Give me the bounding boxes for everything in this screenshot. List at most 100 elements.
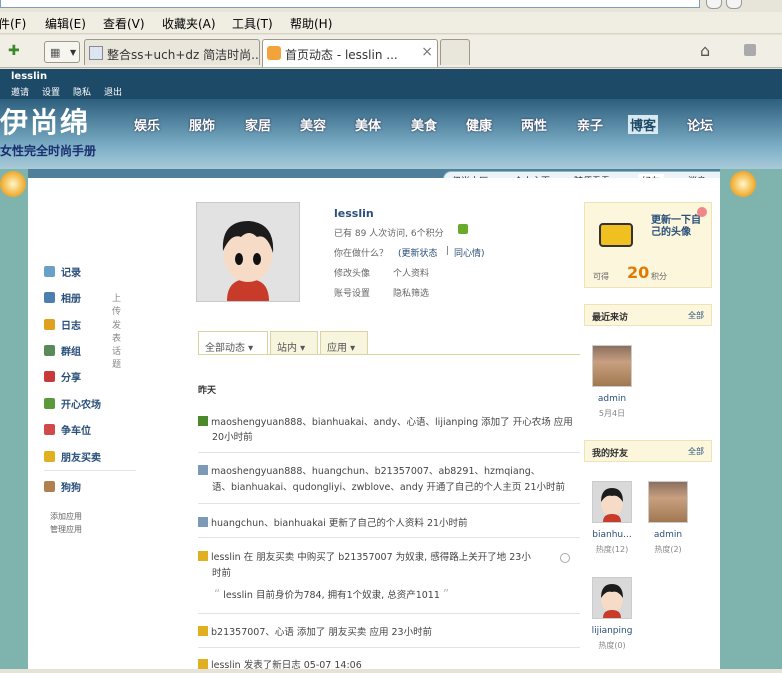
quick-tabs-button[interactable]: ▦ ▼: [44, 41, 80, 63]
username[interactable]: lesslin: [11, 71, 47, 82]
cat-forum[interactable]: 论坛: [687, 115, 713, 134]
privacy-filter-link[interactable]: 隐私筛选: [393, 286, 429, 299]
publish-link[interactable]: 发表: [112, 318, 121, 344]
cat-ent[interactable]: 娱乐: [134, 115, 160, 134]
friend-avatar-2[interactable]: [648, 481, 688, 523]
tab-bar: ✚ ▦ ▼ 整合ss+uch+dz 简洁时尚... 首页动态 - lesslin…: [0, 35, 782, 68]
nav-parking[interactable]: 争车位: [44, 422, 91, 437]
feeds-icon[interactable]: [744, 44, 756, 56]
cat-food[interactable]: 美食: [411, 115, 437, 134]
same-mood-link[interactable]: 同心情): [454, 246, 485, 259]
home-icon[interactable]: ⌂: [700, 41, 710, 60]
points-unit: 积分: [651, 272, 667, 281]
add-app-link[interactable]: 添加应用: [50, 511, 82, 522]
nav-share[interactable]: 分享: [44, 369, 81, 384]
flower-decoration-2: [730, 171, 756, 197]
nav-record[interactable]: 记录: [44, 264, 81, 279]
cat-blog[interactable]: 博客: [628, 115, 659, 134]
page-icon: [89, 46, 103, 60]
tab-2-title: 首页动态 - lesslin ...: [285, 48, 398, 62]
menu-favorites[interactable]: 收藏夹(A): [162, 15, 216, 32]
home-favicon: [267, 46, 281, 60]
tab-1[interactable]: 整合ss+uch+dz 简洁时尚...: [84, 39, 260, 65]
user-avatar[interactable]: [196, 202, 300, 302]
nav-album[interactable]: 相册 上传: [44, 290, 121, 317]
new-tab-button[interactable]: [440, 39, 470, 65]
feed-quote: “ lesslin 目前身价为784, 拥有1个奴隶, 总资产1011 ”: [214, 587, 450, 601]
cat-home[interactable]: 家居: [245, 115, 271, 134]
settings-link[interactable]: 设置: [42, 85, 60, 98]
close-icon[interactable]: [697, 207, 707, 217]
site-logo[interactable]: 伊尚绵: [0, 101, 90, 141]
dropdown-button-2[interactable]: [726, 0, 742, 9]
update-avatar-text: 更新一下自己的头像: [651, 215, 701, 238]
friend-name-2[interactable]: admin: [642, 530, 694, 540]
feed-item-6: lesslin 发表了新日志 05-07 14:06: [198, 658, 580, 673]
visitor-avatar[interactable]: [592, 345, 632, 387]
coin-icon-2: [198, 551, 208, 561]
nav-farm[interactable]: 开心农场: [44, 396, 101, 411]
dropdown-button[interactable]: [706, 0, 722, 9]
add-favorite-icon[interactable]: ✚: [8, 43, 20, 59]
nav-dog[interactable]: 狗狗: [44, 479, 81, 494]
friends-more[interactable]: 全部: [688, 446, 704, 457]
friend-avatar[interactable]: [592, 481, 632, 523]
site-slogan: 女性完全时尚手册: [0, 144, 97, 158]
feed-item: maoshengyuan888、bianhuakai、andy、心语、lijia…: [198, 415, 580, 430]
coin-icon-4: [198, 659, 208, 669]
album-icon: [44, 292, 55, 303]
feed-item-5: b21357007、心语 添加了 朋友买卖 应用 23小时前: [198, 625, 580, 640]
change-avatar-link[interactable]: 修改头像: [334, 266, 370, 279]
coin-icon-3: [198, 626, 208, 636]
recent-visitors-more[interactable]: 全部: [688, 310, 704, 321]
blog-icon: [44, 319, 55, 330]
privacy-link[interactable]: 隐私: [73, 85, 91, 98]
menu-view[interactable]: 查看(V): [103, 15, 145, 32]
menu-help[interactable]: 帮助(H): [290, 15, 332, 32]
nav-group[interactable]: 群组 话题: [44, 343, 121, 370]
menu-file[interactable]: 件(F): [0, 15, 26, 32]
farm-icon: [198, 416, 208, 426]
menu-edit[interactable]: 编辑(E): [45, 15, 86, 32]
invite-link[interactable]: 邀请: [11, 85, 29, 98]
profile-icon-2: [198, 517, 208, 527]
friend-name-3[interactable]: lijianping: [584, 626, 640, 636]
feed-day: 昨天: [198, 386, 217, 396]
feed-item-4: lesslin 在 朋友买卖 中购买了 b21357007 为奴隶, 感得路上关…: [198, 550, 548, 565]
cat-body[interactable]: 美体: [355, 115, 381, 134]
tab-all-feed[interactable]: 全部动态 ▾: [198, 331, 268, 355]
profile-info-link[interactable]: 个人资料: [393, 266, 429, 279]
logout-link[interactable]: 退出: [104, 85, 122, 98]
reply-icon[interactable]: [560, 553, 570, 563]
upload-link[interactable]: 上传: [112, 291, 121, 317]
visitor-name[interactable]: admin: [586, 394, 638, 404]
profile-name[interactable]: lesslin: [334, 207, 374, 220]
cat-health[interactable]: 健康: [466, 115, 492, 134]
friend-name[interactable]: bianhu...: [584, 530, 640, 540]
topic-link[interactable]: 话题: [112, 344, 121, 370]
account-settings-link[interactable]: 账号设置: [334, 286, 370, 299]
cat-parent[interactable]: 亲子: [577, 115, 603, 134]
address-field[interactable]: [0, 0, 700, 8]
tab-site-feed[interactable]: 站内 ▾: [270, 331, 318, 355]
feed-tab-line: [198, 354, 580, 355]
update-avatar-card[interactable]: 更新一下自己的头像 可得 20 积分: [584, 202, 712, 288]
tab-2[interactable]: 首页动态 - lesslin ... ×: [262, 39, 438, 67]
cat-fashion[interactable]: 服饰: [189, 115, 215, 134]
coin-icon: [44, 451, 55, 462]
frame-right: [720, 169, 782, 669]
frame-left: [0, 169, 28, 669]
menu-tools[interactable]: 工具(T): [232, 15, 273, 32]
cat-gender[interactable]: 两性: [521, 115, 547, 134]
feed-time: 20小时前: [212, 432, 253, 443]
nav-friend-trade[interactable]: 朋友买卖: [44, 449, 101, 464]
friend-avatar-3[interactable]: [592, 577, 632, 619]
update-status-link[interactable]: (更新状态: [398, 246, 438, 259]
nav-blog[interactable]: 日志 发表: [44, 317, 121, 344]
flower-decoration: [0, 171, 26, 197]
feed-divider-2: [198, 503, 580, 504]
manage-app-link[interactable]: 管理应用: [50, 524, 82, 535]
close-icon[interactable]: ×: [421, 44, 433, 60]
tab-app-feed[interactable]: 应用 ▾: [320, 331, 368, 355]
cat-beauty[interactable]: 美容: [300, 115, 326, 134]
